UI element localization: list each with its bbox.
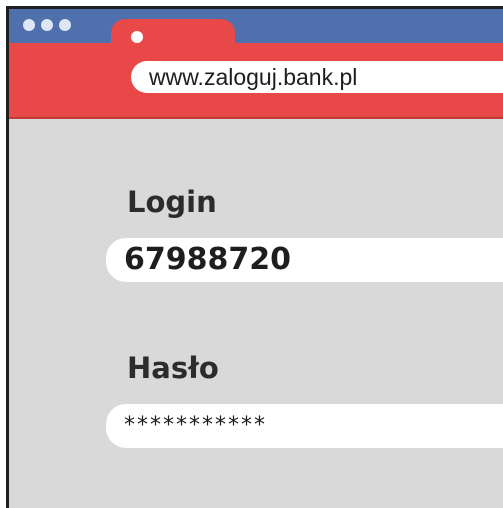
login-label: Login [127, 185, 217, 219]
window-close-dot-icon[interactable] [23, 19, 35, 31]
password-input[interactable]: *********** [106, 404, 503, 448]
window-minimize-dot-icon[interactable] [41, 19, 53, 31]
window-maximize-dot-icon[interactable] [59, 19, 71, 31]
password-label: Hasło [127, 351, 219, 385]
browser-toolbar: www.zaloguj.bank.pl [9, 43, 503, 119]
browser-window: www.zaloguj.bank.pl Login 67988720 Hasło… [6, 6, 503, 508]
title-bar [9, 9, 503, 59]
login-input[interactable]: 67988720 [106, 238, 503, 282]
tab-favicon-dot-icon [131, 31, 143, 43]
address-bar[interactable]: www.zaloguj.bank.pl [131, 61, 503, 93]
